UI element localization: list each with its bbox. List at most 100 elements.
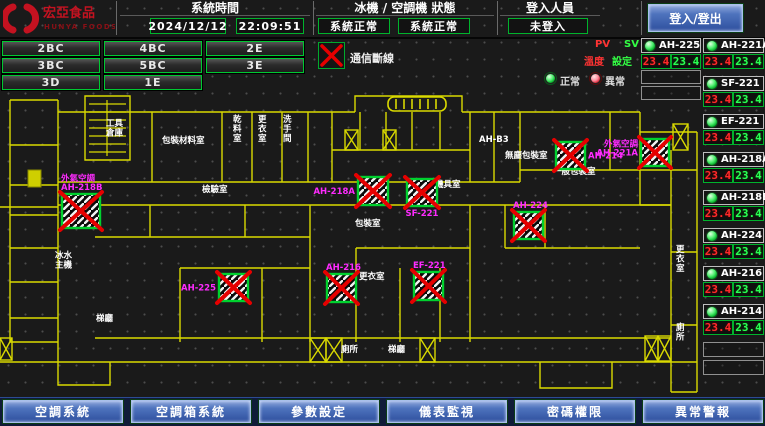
room-label: 廁所 — [675, 322, 685, 343]
empty-cell — [641, 70, 701, 84]
floor-button-3bc[interactable]: 3BC — [2, 58, 100, 73]
unit-pv-value: 23.4 — [703, 282, 733, 297]
room-label: 乾料室 — [233, 114, 242, 144]
setpoint-legend: 設定 — [612, 53, 632, 68]
ahu-marker-label: AH-218A — [313, 187, 355, 197]
door-x-icon — [673, 124, 688, 150]
ahu-marker-label: SF-221 — [406, 209, 439, 219]
unit-status-led — [706, 306, 718, 318]
menu-button-meters[interactable]: 儀表監視 — [387, 400, 507, 423]
login-user-value: 未登入 — [508, 18, 588, 34]
unit-pv-value: 23.4 — [703, 130, 733, 145]
unit-status-led — [706, 40, 718, 52]
unit-sv-value: 23.4 — [733, 320, 764, 335]
unit-pv-value: 23.4 — [703, 244, 733, 259]
unit-pv-value: 23.4 — [703, 168, 733, 183]
svg-text:HUNYA FOODS: HUNYA FOODS — [44, 23, 115, 31]
unit-cell-ah-216[interactable]: AH-216 — [703, 266, 764, 281]
door-x-icon — [658, 336, 671, 361]
ahu-marker-ef-221[interactable]: EF-221 — [412, 261, 446, 302]
floor-button-3e[interactable]: 3E — [206, 58, 304, 73]
floor-button-5bc[interactable]: 5BC — [104, 58, 202, 73]
unit-name: EF-221 — [721, 116, 759, 127]
unit-sv-value: 23.4 — [733, 168, 764, 183]
room-label: 檢驗室 — [202, 184, 228, 195]
floor-button-2bc[interactable]: 2BC — [2, 41, 100, 56]
unit-name: AH-218B — [721, 192, 765, 203]
room-label: 包裝材料室 — [162, 135, 205, 146]
comm-loss-label: 通信斷線 — [350, 50, 394, 66]
unit-cell-ah-221a[interactable]: AH-221A — [703, 38, 764, 53]
room-label: 廁所 — [341, 344, 359, 355]
empty-cell — [703, 342, 764, 357]
ahu-marker-ah-221a[interactable]: 外氣空調AH-221A — [596, 137, 671, 168]
menu-button-password[interactable]: 密碼權限 — [515, 400, 635, 423]
door-x-icon — [420, 338, 435, 362]
ahu-marker-label: EF-221 — [413, 261, 446, 271]
unit-cell-ef-221[interactable]: EF-221 — [703, 114, 764, 129]
divider — [641, 1, 642, 35]
floorplan: 工具倉庫包裝材料室乾料室更衣室洗手間AH-B3無塵包裝室一般包裝室檢驗室加工機具… — [0, 92, 712, 398]
door-x-icon — [326, 338, 342, 362]
floor-button-4bc[interactable]: 4BC — [104, 41, 202, 56]
ahu-marker-ah-225[interactable]: AH-225 — [181, 272, 250, 303]
floor-button-3d[interactable]: 3D — [2, 75, 100, 90]
unit-name: AH-218A — [721, 154, 765, 165]
ahu-marker-ah-216[interactable]: AH-216 — [325, 263, 361, 304]
unit-name: AH-216 — [721, 268, 762, 279]
machine-status-label: 冰機 / 空調機 狀態 — [316, 2, 494, 16]
door-x-icon — [645, 336, 658, 361]
ahu-marker-label: AH-225 — [181, 284, 216, 294]
unit-pv-value: 23.4 — [703, 320, 733, 335]
unit-name: AH-224 — [721, 230, 762, 241]
unit-cell-ah-214[interactable]: AH-214 — [703, 304, 764, 319]
menu-button-ac-system[interactable]: 空調系統 — [3, 400, 123, 423]
ahu-marker-label: AH-216 — [326, 263, 361, 273]
menu-button-alarm[interactable]: 異常警報 — [643, 400, 763, 423]
door-x-icon — [0, 338, 12, 360]
room-label: 無塵包裝室 — [505, 150, 548, 161]
door-icon — [28, 170, 41, 187]
room-label: 包裝室 — [355, 218, 381, 229]
unit-sv-value: 23.4 — [733, 54, 764, 69]
empty-cell — [703, 360, 764, 375]
room-label: 更衣室 — [258, 114, 267, 144]
ahu-marker-ah-224[interactable]: AH-224 — [512, 201, 548, 241]
unit-status-led — [706, 78, 718, 90]
system-time-label: 系統時間 — [120, 2, 310, 16]
unit-cell-ah-224[interactable]: AH-224 — [703, 228, 764, 243]
unit-sv-value: 23.4 — [733, 282, 764, 297]
ahu-marker-label: 外氣空調AH-221A — [596, 139, 638, 159]
ahu-marker-label: 外氣空調AH-218B — [60, 173, 102, 193]
normal-led-icon — [545, 73, 556, 84]
unit-status-led — [706, 154, 718, 166]
system-clock-value: 22:09:51 — [236, 18, 304, 34]
door-x-icon — [383, 130, 396, 150]
unit-cell-ah-225[interactable]: AH-225 — [641, 38, 701, 53]
ahu-marker-sf-221[interactable]: SF-221 — [405, 177, 439, 219]
unit-cell-ah-218b[interactable]: AH-218B — [703, 190, 764, 205]
unit-name: AH-221A — [721, 40, 765, 51]
unit-name: SF-221 — [721, 78, 760, 89]
unit-cell-ah-218a[interactable]: AH-218A — [703, 152, 764, 167]
unit-pv-value: 23.4 — [703, 206, 733, 221]
normal-legend: 正常 — [560, 73, 580, 88]
room-label: 更衣室 — [676, 244, 685, 274]
floor-button-1e[interactable]: 1E — [104, 75, 202, 90]
pv-legend: PV — [595, 39, 610, 50]
menu-button-ahu-system[interactable]: 空調箱系統 — [131, 400, 251, 423]
ahu-marker-ah-218a[interactable]: AH-218A — [313, 175, 390, 207]
menu-button-parameters[interactable]: 參數設定 — [259, 400, 379, 423]
unit-pv-value: 23.4 — [641, 54, 671, 69]
room-label: 工具倉庫 — [105, 119, 124, 139]
room-label: 冰水主機 — [55, 250, 73, 271]
floor-button-2e[interactable]: 2E — [206, 41, 304, 56]
unit-cell-sf-221[interactable]: SF-221 — [703, 76, 764, 91]
login-logout-button[interactable]: 登入/登出 — [648, 4, 743, 32]
abnormal-led-icon — [590, 73, 601, 84]
brand-text: 宏亞食品 — [43, 5, 95, 21]
unit-pv-value: 23.4 — [703, 92, 733, 107]
unit-status-led — [644, 40, 656, 52]
unit-sv-value: 23.4 — [733, 130, 764, 145]
chiller-status-value: 系統正常 — [318, 18, 390, 34]
